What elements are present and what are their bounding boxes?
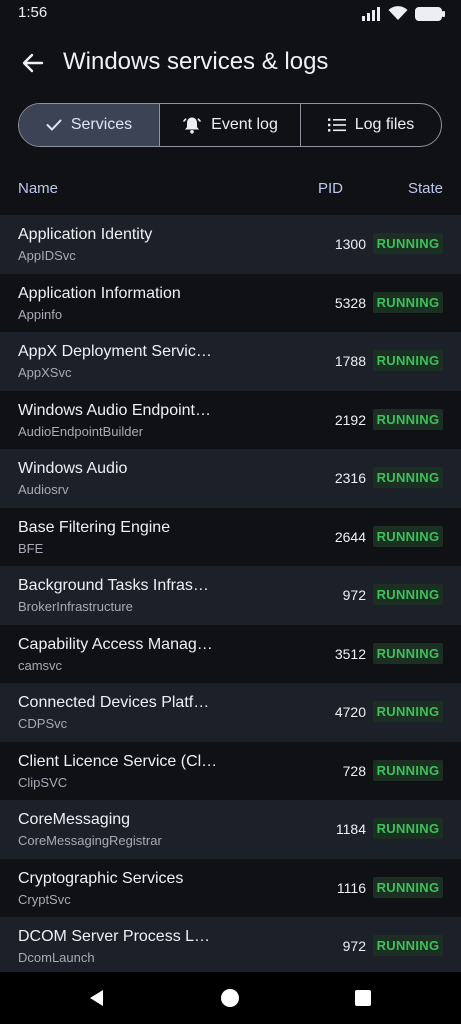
table-row[interactable]: Windows Audio Endpoint… AudioEndpointBuil… xyxy=(0,390,461,449)
status-badge: RUNNING xyxy=(373,350,443,371)
service-name: AudioEndpointBuilder xyxy=(18,423,144,439)
table-row[interactable]: Base Filtering Engine BFE 2644 RUNNING xyxy=(0,507,461,566)
list-icon xyxy=(327,118,346,132)
service-name: AppXSvc xyxy=(18,365,72,380)
service-name: CryptSvc xyxy=(18,891,71,907)
service-name: BrokerInfrastructure xyxy=(18,599,133,614)
service-pid: 728 xyxy=(342,762,366,779)
service-name: AppIDSvc xyxy=(18,248,76,263)
service-display-name: AppX Deployment Servic… xyxy=(18,343,212,360)
back-triangle-icon xyxy=(90,990,103,1006)
service-display-name: Application Information xyxy=(18,284,181,302)
service-pid: 1184 xyxy=(335,821,366,837)
status-badge: RUNNING xyxy=(373,408,443,430)
table-row[interactable]: Application Information Appinfo 5328 RUNNIN… xyxy=(0,273,461,332)
tab-services[interactable]: Services xyxy=(19,104,159,146)
service-pid: 1788 xyxy=(334,353,366,369)
status-bar: 1:56 xyxy=(0,0,461,28)
column-header-pid[interactable]: PID xyxy=(318,180,343,197)
bell-icon xyxy=(183,117,201,134)
status-badge: RUNNING xyxy=(373,876,443,898)
table-row[interactable]: Connected Devices Platf… CDPSvc 4720 RUNNIN… xyxy=(0,683,461,742)
nav-back-button[interactable] xyxy=(85,986,109,1010)
table-row[interactable]: Background Tasks Infras… BrokerInfrastruc… xyxy=(0,566,461,625)
tab-event-log-label: Event log xyxy=(211,116,278,133)
back-button[interactable] xyxy=(16,46,50,80)
view-segmented-control: Services Event log Log files xyxy=(18,103,442,147)
arrow-left-icon xyxy=(22,53,44,73)
nav-recents-button[interactable] xyxy=(351,986,375,1010)
service-pid: 2644 xyxy=(334,528,366,545)
check-icon xyxy=(46,119,62,131)
service-display-name: Windows Audio xyxy=(18,460,128,477)
service-display-name: DCOM Server Process La… xyxy=(18,928,218,945)
service-pid: 972 xyxy=(342,587,366,603)
status-time: 1:56 xyxy=(18,4,48,21)
wifi-icon xyxy=(388,6,408,20)
table-row[interactable]: Client Licence Service (Cl… ClipSVC 728 RUN… xyxy=(0,741,461,800)
column-header-name[interactable]: Name xyxy=(18,180,58,197)
status-badge: RUNNING xyxy=(373,701,443,722)
tab-log-files[interactable]: Log files xyxy=(300,104,441,146)
service-display-name: CoreMessaging xyxy=(18,811,131,828)
service-pid: 1300 xyxy=(334,236,366,252)
tab-log-files-label: Log files xyxy=(354,116,415,133)
table-row[interactable]: Capability Access Manag… camsvc 3512 RUNNIN… xyxy=(0,624,461,683)
table-header: Name PID State xyxy=(0,174,461,202)
status-badge: RUNNING xyxy=(373,233,443,254)
table-row[interactable]: CoreMessaging CoreMessagingRegistrar 1184 R… xyxy=(0,800,461,859)
service-name: ClipSVC xyxy=(18,774,68,790)
service-display-name: Background Tasks Infras… xyxy=(18,577,209,594)
service-name: camsvc xyxy=(18,657,63,673)
service-pid: 2192 xyxy=(334,411,366,428)
signal-icon xyxy=(362,6,380,21)
service-display-name: Capability Access Manag… xyxy=(18,635,213,653)
service-display-name: Client Licence Service (Cl… xyxy=(18,752,218,770)
status-badge: RUNNING xyxy=(373,642,443,664)
status-badge: RUNNING xyxy=(373,467,443,488)
table-row[interactable]: DCOM Server Process La… DcomLaunch 972 RUNN… xyxy=(0,917,461,976)
service-pid: 2316 xyxy=(334,470,366,486)
status-badge: RUNNING xyxy=(373,818,443,839)
status-badge: RUNNING xyxy=(373,759,443,781)
table-row[interactable]: Cryptographic Services CryptSvc 1116 RUNNIN… xyxy=(0,858,461,917)
service-name: CoreMessagingRegistrar xyxy=(18,833,162,848)
status-badge: RUNNING xyxy=(373,291,443,313)
service-name: Audiosrv xyxy=(18,482,69,497)
service-display-name: Connected Devices Platf… xyxy=(18,694,210,711)
battery-icon xyxy=(415,6,445,21)
service-pid: 1116 xyxy=(336,879,366,896)
service-name: CDPSvc xyxy=(18,716,68,731)
page-title: Windows services & logs xyxy=(63,48,329,75)
service-pid: 4720 xyxy=(334,704,366,720)
service-name: DcomLaunch xyxy=(18,950,95,965)
nav-home-button[interactable] xyxy=(218,986,242,1010)
status-badge: RUNNING xyxy=(373,935,443,956)
tab-services-label: Services xyxy=(70,116,133,133)
service-name: Appinfo xyxy=(18,306,63,322)
service-display-name: Windows Audio Endpoint… xyxy=(18,401,211,419)
services-list: Application Identity AppIDSvc 1300 RUNNING … xyxy=(0,215,461,976)
tab-event-log[interactable]: Event log xyxy=(159,104,300,146)
status-badge: RUNNING xyxy=(373,525,443,547)
service-display-name: Base Filtering Engine xyxy=(18,518,171,536)
app-bar: Windows services & logs xyxy=(0,34,461,94)
service-name: BFE xyxy=(18,540,44,556)
status-badge: RUNNING xyxy=(373,584,443,605)
recents-square-icon xyxy=(355,990,371,1006)
service-pid: 3512 xyxy=(334,645,366,662)
service-display-name: Application Identity xyxy=(18,226,153,243)
table-row[interactable]: Application Identity AppIDSvc 1300 RUNNING xyxy=(0,215,461,274)
table-row[interactable]: AppX Deployment Servic… AppXSvc 1788 RUNNIN… xyxy=(0,332,461,391)
table-row[interactable]: Windows Audio Audiosrv 2316 RUNNING xyxy=(0,449,461,508)
service-display-name: Cryptographic Services xyxy=(18,869,184,887)
system-nav-bar xyxy=(0,972,461,1024)
service-pid: 5328 xyxy=(334,294,366,311)
home-circle-icon xyxy=(221,989,239,1007)
service-pid: 972 xyxy=(342,938,366,954)
status-icons xyxy=(361,6,445,21)
column-header-state[interactable]: State xyxy=(408,180,443,197)
